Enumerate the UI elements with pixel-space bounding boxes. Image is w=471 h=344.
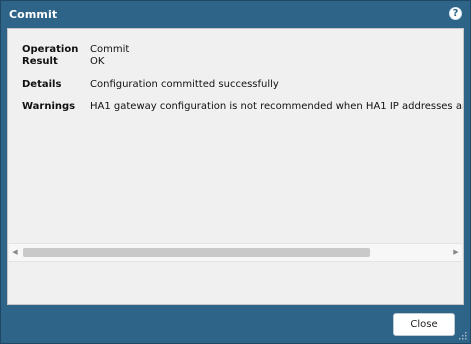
result-label: Result [22, 56, 58, 67]
scrollbar-thumb[interactable] [23, 248, 370, 257]
warnings-value: HA1 gateway configuration is not recomme… [90, 101, 463, 112]
dialog-footer: Close [1, 305, 470, 343]
horizontal-scrollbar[interactable]: ◀ ▶ [9, 243, 462, 262]
scroll-right-arrow-icon[interactable]: ▶ [451, 247, 461, 257]
dialog-content: Operation Commit Result OK Details Confi… [7, 28, 464, 305]
resize-grip-icon[interactable] [459, 332, 467, 340]
details-value: Configuration committed successfully [90, 79, 279, 90]
operation-value: Commit [90, 44, 130, 55]
result-value: OK [90, 56, 105, 67]
warnings-label: Warnings [22, 101, 76, 112]
operation-label: Operation [22, 44, 79, 55]
commit-dialog: Commit ? Operation Commit Result OK Deta… [0, 0, 471, 344]
question-mark-glyph: ? [452, 7, 459, 19]
scroll-left-arrow-icon[interactable]: ◀ [10, 247, 20, 257]
close-button[interactable]: Close [393, 313, 455, 336]
dialog-titlebar[interactable]: Commit ? [1, 1, 470, 28]
dialog-title: Commit [9, 8, 58, 21]
help-icon[interactable]: ? [449, 7, 462, 20]
details-label: Details [22, 79, 62, 90]
